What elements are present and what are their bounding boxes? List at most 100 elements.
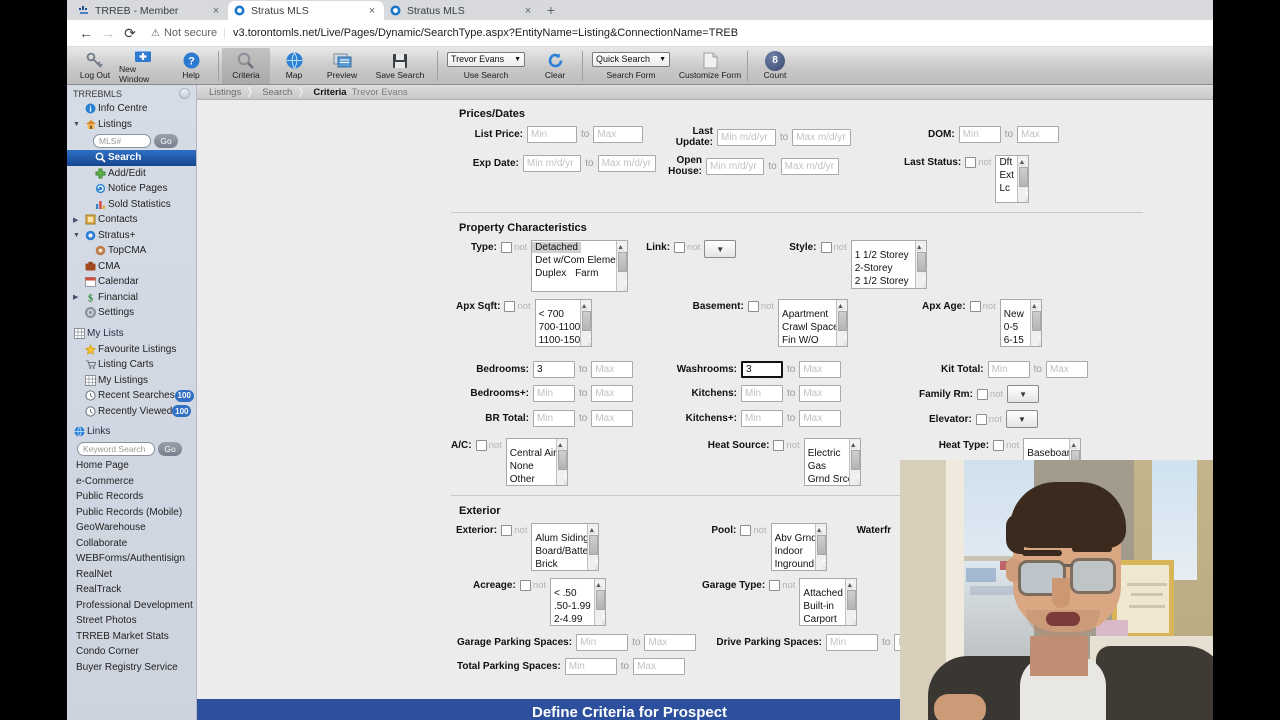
sidebar-item-stratus-plus[interactable]: ▼ Stratus+ [67,228,196,244]
scroll-down-icon[interactable]: ▼ [853,615,857,625]
garage-parking-max-input[interactable]: Max [644,634,697,651]
scroll-up-icon[interactable]: ▲ [1070,442,1078,449]
sidebar-item-listings[interactable]: ▼ Listings [67,117,196,133]
sidebar-item-contacts[interactable]: ▶ Contacts [67,212,196,228]
list-option[interactable]: Abv Grnd [772,533,820,544]
type-not-checkbox[interactable] [500,242,512,253]
sidebar-item-favourite-listings[interactable]: Favourite Listings [67,342,196,358]
kitchens-min-input[interactable]: Min [741,385,783,402]
open-house-min-input[interactable]: Min m/d/yr [706,157,765,175]
last-status-not-checkbox[interactable] [965,157,977,168]
chevron-right-icon[interactable]: ▶ [73,216,83,224]
keyword-search-go-button[interactable]: Go [158,442,182,456]
sidebar-item-add-edit[interactable]: Add/Edit [67,166,196,182]
sidebar-link-public-records-mobile[interactable]: Public Records (Mobile) [67,505,196,521]
sidebar-item-search[interactable]: Search [67,150,196,166]
back-icon[interactable]: ← [75,25,97,41]
family-rm-dropdown[interactable]: ▼ [1007,385,1040,403]
scroll-down-icon[interactable]: ▼ [587,336,591,346]
list-option[interactable]: Alum Siding [532,533,591,544]
last-status-listbox[interactable]: Dft Ext Lc ▲ ▼ [995,155,1030,203]
address-bar[interactable]: ⚠ Not secure | v3.torontomls.net/Live/Pa… [147,24,1205,43]
sidebar-item-financial[interactable]: ▶ $ Financial [67,290,196,306]
map-button[interactable]: Map [270,48,318,84]
list-option[interactable]: Other [507,474,538,485]
search-form-select[interactable]: Quick Search ▼ [592,51,670,67]
help-button[interactable]: ? Help [167,48,215,84]
scrollbar[interactable]: ▲ ▼ [814,524,826,570]
dom-min-input[interactable]: Min [958,126,1001,143]
scrollbar-thumb[interactable] [581,311,591,331]
close-icon[interactable]: × [522,5,534,17]
list-option[interactable]: Farm [572,268,601,279]
sidebar-item-topcma[interactable]: TopCMA [67,243,196,259]
sidebar-link-e-commerce[interactable]: e-Commerce [67,474,196,490]
dom-max-input[interactable]: Max [1017,126,1060,143]
pool-not-checkbox[interactable] [740,525,752,536]
list-option[interactable]: Dft [996,157,1015,168]
exterior-listbox[interactable]: Alum Siding Board/Batten Brick ▲ ▼ [531,523,600,571]
list-option[interactable]: Gas [805,461,829,472]
total-parking-min-input[interactable]: Min [564,658,617,675]
chevron-down-icon[interactable]: ▼ [73,121,83,128]
scrollbar[interactable]: ▲ ▼ [555,439,567,485]
style-listbox[interactable]: 1 1/2 Storey 2-Storey 2 1/2 Storey ▲ ▼ [850,240,927,289]
list-option[interactable]: Indoor [772,546,806,557]
open-house-max-input[interactable]: Max m/d/yr [780,157,839,175]
scrollbar-thumb[interactable] [916,252,926,272]
sidebar-item-listing-carts[interactable]: Listing Carts [67,357,196,373]
logout-button[interactable]: Log Out [71,48,119,84]
basement-not-checkbox[interactable] [747,301,759,312]
list-option[interactable]: Lc [996,183,1013,194]
list-option[interactable]: Crawl Space [779,322,842,333]
collapse-icon[interactable] [179,88,190,99]
criteria-button[interactable]: Criteria [222,47,270,84]
scroll-up-icon[interactable]: ▲ [595,582,602,589]
last-update-min-input[interactable]: Min m/d/yr [717,128,776,146]
scroll-up-icon[interactable]: ▲ [846,582,854,589]
scrollbar[interactable]: ▲ ▼ [1029,300,1041,346]
sidebar-link-geowarehouse[interactable]: GeoWarehouse [67,520,196,536]
list-option[interactable]: 2 1/2 Storey [852,276,912,287]
acreage-not-checkbox[interactable] [519,580,531,591]
list-option[interactable]: Carport [800,614,839,625]
sidebar-link-buyer-registry-service[interactable]: Buyer Registry Service [67,660,196,676]
washrooms-max-input[interactable]: Max [799,361,842,378]
scroll-up-icon[interactable]: ▲ [849,442,857,449]
bedrooms-plus-min-input[interactable]: Min [533,385,575,402]
sidebar-item-my-listings[interactable]: My Listings [67,373,196,389]
scroll-up-icon[interactable]: ▲ [588,527,596,534]
scrollbar-thumb[interactable] [816,535,826,555]
scrollbar[interactable]: ▲ ▼ [1017,156,1029,202]
scrollbar-thumb[interactable] [838,311,848,331]
drive-parking-min-input[interactable]: Min [826,634,879,651]
sidebar-link-public-records[interactable]: Public Records [67,489,196,505]
list-option[interactable]: < .50 [551,588,580,599]
scrollbar[interactable]: ▲ ▼ [914,241,926,288]
reload-icon[interactable]: ⟳ [119,25,141,42]
sidebar-item-recent-searches[interactable]: Recent Searches 100 [67,388,196,404]
br-total-min-input[interactable]: Min [533,410,575,427]
family-rm-not-checkbox[interactable] [976,388,988,400]
scroll-down-icon[interactable]: ▼ [822,560,826,570]
breadcrumb-item-search[interactable]: Search [262,87,292,98]
kit-total-min-input[interactable]: Min [987,361,1030,378]
preview-button[interactable]: Preview [318,48,366,84]
heat-source-listbox[interactable]: Electric Gas Grnd Srce ▲ ▼ [803,438,861,486]
kitchens-max-input[interactable]: Max [799,385,842,402]
list-option[interactable]: 6-15 [1001,335,1027,346]
apx-age-not-checkbox[interactable] [969,301,981,312]
kitchens-plus-min-input[interactable]: Min [741,410,783,427]
chevron-right-icon[interactable]: ▶ [73,293,83,301]
sidebar-link-webforms-authentisign[interactable]: WEBForms/Authentisign [67,551,196,567]
list-option[interactable]: Attached [800,588,845,599]
list-option[interactable]: Brick [532,559,560,570]
apx-sqft-not-checkbox[interactable] [504,301,516,312]
sidebar-link-professional-development[interactable]: Professional Development [67,598,196,614]
sidebar-item-cma[interactable]: CMA [67,259,196,275]
scrollbar[interactable]: ▲ ▼ [579,300,591,346]
scroll-up-icon[interactable]: ▲ [815,527,823,534]
sidebar-link-home-page[interactable]: Home Page [67,458,196,474]
sidebar-item-notice-pages[interactable]: Notice Pages [67,181,196,197]
scrollbar[interactable]: ▲ ▼ [845,579,857,625]
